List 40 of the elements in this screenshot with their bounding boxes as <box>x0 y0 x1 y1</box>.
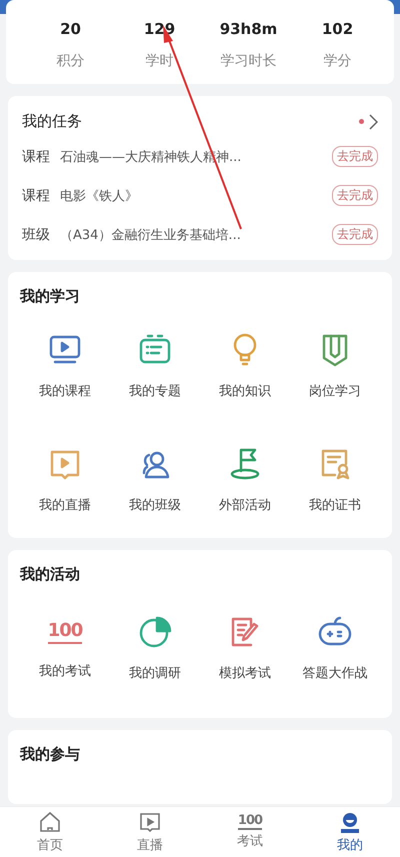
person-icon <box>338 810 362 834</box>
pie-chart-icon <box>137 614 173 650</box>
nav-tab[interactable]: 100 考试 <box>200 807 300 857</box>
task-type: 课程 <box>22 148 50 166</box>
task-type: 课程 <box>22 186 50 204</box>
book-play-icon <box>138 810 162 834</box>
nav-tab[interactable]: 首页 <box>0 807 100 857</box>
complete-button[interactable]: 去完成 <box>332 146 378 167</box>
chevron-right-icon[interactable] <box>368 114 378 130</box>
home-icon <box>38 810 62 834</box>
menu-item[interactable]: 我的专题 <box>110 332 200 400</box>
nav-tab[interactable]: 直播 <box>100 807 200 857</box>
complete-button[interactable]: 去完成 <box>332 185 378 206</box>
stat-value: 102 <box>322 20 354 38</box>
stat-value: 93h8m <box>220 20 278 38</box>
stat-label: 学习时长 <box>220 52 276 70</box>
menu-item[interactable]: 100 我的考试 <box>20 614 110 682</box>
menu-item[interactable]: 答题大作战 <box>290 614 380 682</box>
task-name[interactable]: （A34）金融衍生业务基础培... <box>60 226 322 244</box>
menu-item[interactable]: 岗位学习 <box>290 332 380 400</box>
section-title: 我的参与 <box>20 745 80 763</box>
menu-item[interactable]: 我的课程 <box>20 332 110 400</box>
complete-button[interactable]: 去完成 <box>332 224 378 245</box>
stat-label: 学时 <box>146 52 174 70</box>
section-title: 我的活动 <box>20 565 80 583</box>
task-type: 班级 <box>22 226 50 244</box>
menu-item[interactable]: 外部活动 <box>200 446 290 514</box>
section-title: 我的学习 <box>20 287 80 305</box>
menu-item[interactable]: 我的直播 <box>20 446 110 514</box>
nav-tab[interactable]: 我的 <box>300 807 400 857</box>
menu-item[interactable]: 模拟考试 <box>200 614 290 682</box>
task-name[interactable]: 电影《铁人》 <box>60 186 322 204</box>
stat-value: 20 <box>60 20 81 38</box>
stat-label: 学分 <box>324 52 352 70</box>
menu-item[interactable]: 我的班级 <box>110 446 200 514</box>
stat-label: 积分 <box>56 52 84 70</box>
menu-item[interactable]: 我的调研 <box>110 614 200 682</box>
section-title: 我的任务 <box>22 112 82 131</box>
menu-item[interactable]: 我的证书 <box>290 446 380 514</box>
menu-item[interactable]: 我的知识 <box>200 332 290 400</box>
